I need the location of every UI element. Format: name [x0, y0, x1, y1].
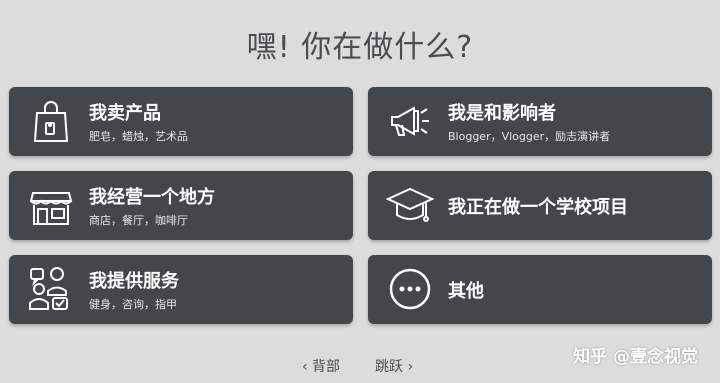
option-examples: Blogger，Vlogger，励志演讲者	[448, 130, 611, 143]
megaphone-icon	[386, 97, 434, 145]
option-label: 我是和影响者	[448, 103, 556, 124]
option-examples: 商店，餐厅，咖啡厅	[89, 214, 188, 227]
option-examples: 肥皂，蜡烛，艺术品	[89, 130, 188, 143]
option-examples: 健身，咨询，指甲	[89, 298, 177, 311]
option-label: 我提供服务	[89, 271, 179, 292]
option-run-a-place[interactable]: 我经营一个地方 商店，餐厅，咖啡厅	[9, 171, 353, 240]
page-title: 嘿! 你在做什么?	[246, 30, 474, 65]
option-other[interactable]: 其他	[368, 255, 712, 324]
more-icon	[386, 265, 434, 313]
shopping-bag-icon	[27, 97, 75, 145]
option-label: 我卖产品	[89, 103, 161, 124]
option-label: 其他	[448, 281, 484, 302]
skip-button[interactable]: 跳跃 ›	[375, 356, 413, 376]
graduation-cap-icon	[385, 181, 435, 229]
option-provide-services[interactable]: 我提供服务 健身，咨询，指甲	[9, 255, 353, 324]
watermark: 知乎 @壹念视觉	[573, 347, 698, 367]
option-sell-products[interactable]: 我卖产品 肥皂，蜡烛，艺术品	[9, 87, 353, 156]
option-label: 我正在做一个学校项目	[448, 197, 628, 218]
people-service-icon	[27, 265, 75, 313]
option-influencer[interactable]: 我是和影响者 Blogger，Vlogger，励志演讲者	[368, 87, 712, 156]
storefront-icon	[27, 181, 75, 229]
back-button[interactable]: ‹ 背部	[302, 356, 340, 376]
option-school-project[interactable]: 我正在做一个学校项目	[368, 171, 712, 240]
option-label: 我经营一个地方	[89, 187, 215, 208]
